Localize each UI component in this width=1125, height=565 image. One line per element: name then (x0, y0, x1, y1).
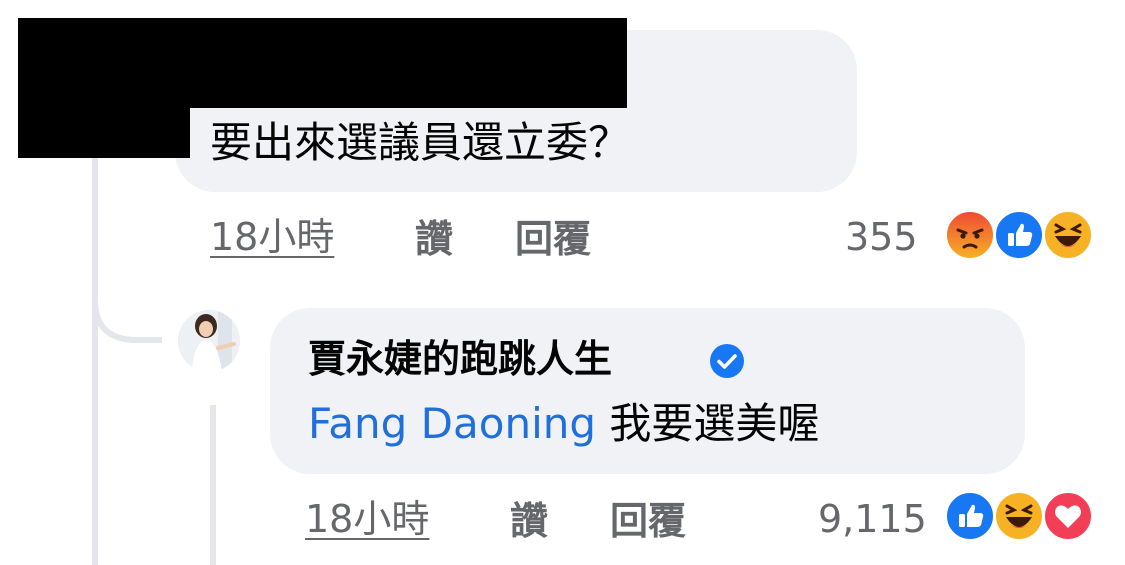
reply-reaction-count[interactable]: 9,115 (818, 500, 927, 538)
comment-like-button[interactable]: 讚 (415, 220, 453, 258)
redacted-author-box (18, 18, 627, 108)
verified-badge-icon (709, 343, 745, 379)
comment-text: 要出來選議員還立委？ (210, 118, 631, 167)
redacted-avatar-box (18, 100, 190, 158)
reply-author-name[interactable]: 賈永婕的跑跳人生 (308, 340, 612, 378)
comment-reply-button[interactable]: 回覆 (515, 220, 591, 258)
mention-link[interactable]: Fang Daoning (308, 399, 596, 448)
angry-icon[interactable] (944, 209, 996, 261)
thread-connector-curve (92, 270, 162, 343)
haha-icon[interactable] (1042, 209, 1094, 261)
love-icon[interactable] (1042, 490, 1094, 542)
reply-timestamp-link[interactable]: 18小時 (305, 500, 429, 538)
thread-line-main (92, 150, 98, 565)
like-icon[interactable] (993, 209, 1045, 261)
reply-reply-button[interactable]: 回覆 (610, 502, 686, 540)
thread-line-reply (210, 405, 216, 565)
like-icon[interactable] (944, 490, 996, 542)
reply-message: 我要選美喔 (609, 399, 820, 448)
reply-like-button[interactable]: 讚 (510, 502, 548, 540)
reply-bubble (270, 308, 1025, 474)
haha-icon[interactable] (993, 490, 1045, 542)
comment-timestamp-link[interactable]: 18小時 (210, 218, 334, 256)
avatar[interactable] (178, 310, 240, 372)
comment-reaction-count[interactable]: 355 (845, 218, 918, 256)
reply-text: Fang Daoning 我要選美喔 (308, 403, 819, 445)
